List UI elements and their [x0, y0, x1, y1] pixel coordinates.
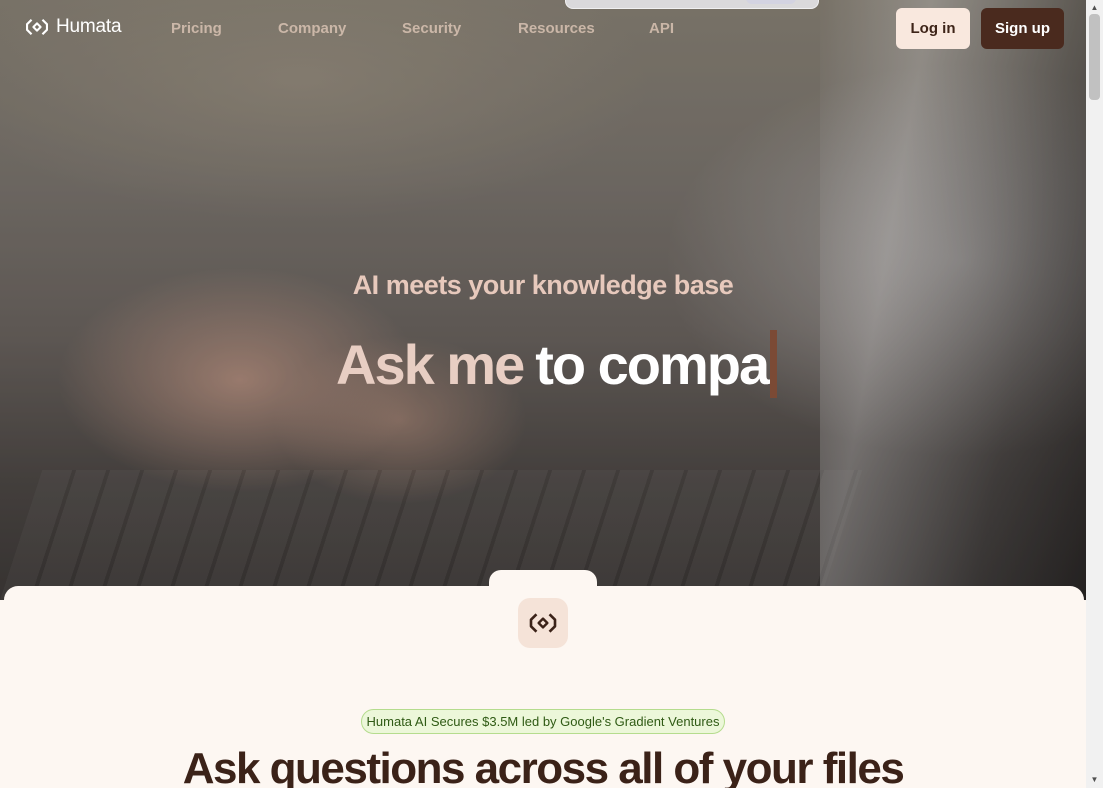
- login-button[interactable]: Log in: [896, 8, 970, 49]
- humata-logo-icon: [529, 613, 557, 633]
- scroll-up-icon[interactable]: ▲: [1086, 0, 1103, 14]
- headline-typed-text: to compa: [535, 332, 770, 396]
- nav-link-company[interactable]: Company: [278, 20, 346, 37]
- funding-news-badge[interactable]: Humata AI Secures $3.5M led by Google's …: [361, 709, 725, 734]
- typing-caret: [770, 330, 778, 398]
- brand-logo-link[interactable]: Humata: [26, 16, 122, 38]
- page-scrollbar[interactable]: ▲ ▼: [1086, 0, 1103, 788]
- headline-static-text: Ask me: [336, 332, 525, 396]
- humata-logo-icon: [26, 18, 48, 36]
- nav-link-pricing[interactable]: Pricing: [171, 20, 222, 37]
- nav-link-api[interactable]: API: [649, 20, 674, 37]
- scrollbar-thumb[interactable]: [1089, 14, 1100, 100]
- scroll-down-icon[interactable]: ▼: [1086, 772, 1103, 786]
- nav-link-resources[interactable]: Resources: [518, 20, 595, 37]
- brand-name: Humata: [56, 16, 122, 37]
- hero-tagline: AI meets your knowledge base: [352, 270, 734, 300]
- signup-button[interactable]: Sign up: [981, 8, 1064, 49]
- hero-headline: Ask me to compa: [336, 330, 778, 398]
- top-navigation: Humata Pricing Company Security Resource…: [0, 0, 1086, 58]
- app-icon-tile: [518, 598, 568, 648]
- section-title: Ask questions across all of your files: [182, 744, 905, 788]
- nav-link-security[interactable]: Security: [402, 20, 461, 37]
